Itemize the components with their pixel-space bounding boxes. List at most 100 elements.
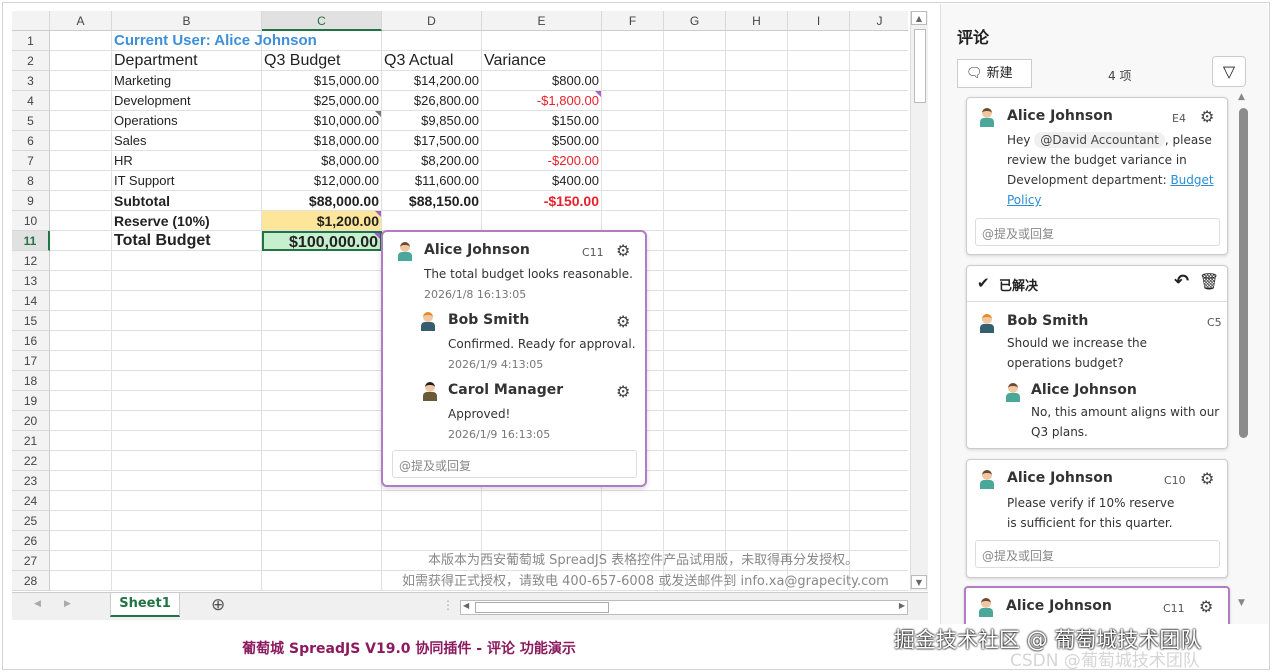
scroll-up-icon[interactable]: ▲ (1238, 92, 1245, 102)
cell-A22[interactable] (50, 451, 112, 471)
cell-C6[interactable]: $18,000.00 (262, 131, 382, 151)
row-header-14[interactable]: 14 (12, 291, 50, 311)
cell-G2[interactable] (664, 51, 726, 71)
cell-B26[interactable] (112, 531, 262, 551)
cell-A13[interactable] (50, 271, 112, 291)
cell-F26[interactable] (602, 531, 664, 551)
cell-C14[interactable] (262, 291, 382, 311)
cell-D26[interactable] (382, 531, 482, 551)
cell-B13[interactable] (112, 271, 262, 291)
splitter-handle[interactable]: ⋮ (442, 598, 454, 612)
cell-F24[interactable] (602, 491, 664, 511)
cell-G13[interactable] (664, 271, 726, 291)
cell-I21[interactable] (788, 431, 850, 451)
cell-B21[interactable] (112, 431, 262, 451)
scroll-up-icon[interactable]: ▲ (911, 11, 927, 25)
comment-indicator-icon[interactable] (595, 91, 601, 97)
cell-G16[interactable] (664, 331, 726, 351)
cell-G12[interactable] (664, 251, 726, 271)
cell-E8[interactable]: $400.00 (482, 171, 602, 191)
cell-I22[interactable] (788, 451, 850, 471)
cell-J7[interactable] (850, 151, 908, 171)
reply-input[interactable]: @提及或回复 (975, 540, 1220, 568)
cell-G24[interactable] (664, 491, 726, 511)
cell-F8[interactable] (602, 171, 664, 191)
cell-I18[interactable] (788, 371, 850, 391)
column-header-F[interactable]: F (602, 11, 664, 31)
cell-G1[interactable] (664, 31, 726, 51)
cell-I1[interactable] (788, 31, 850, 51)
cell-C9[interactable]: $88,000.00 (262, 191, 382, 211)
cell-F1[interactable] (602, 31, 664, 51)
cell-I6[interactable] (788, 131, 850, 151)
cell-H15[interactable] (726, 311, 788, 331)
cell-C23[interactable] (262, 471, 382, 491)
cell-G11[interactable] (664, 231, 726, 251)
scroll-left-icon[interactable]: ◀ (463, 601, 469, 610)
panel-scroll-thumb[interactable] (1239, 108, 1248, 438)
horizontal-scrollbar[interactable]: ◀ ▶ (460, 600, 908, 615)
cell-D9[interactable]: $88,150.00 (382, 191, 482, 211)
vertical-scrollbar[interactable]: ▲ ▼ (910, 11, 928, 591)
cell-D1[interactable] (382, 31, 482, 51)
cell-B10[interactable]: Reserve (10%) (112, 211, 262, 231)
cell-B15[interactable] (112, 311, 262, 331)
cell-H22[interactable] (726, 451, 788, 471)
cell-E1[interactable] (482, 31, 602, 51)
row-header-12[interactable]: 12 (12, 251, 50, 271)
cell-B8[interactable]: IT Support (112, 171, 262, 191)
row-header-24[interactable]: 24 (12, 491, 50, 511)
cell-C8[interactable]: $12,000.00 (262, 171, 382, 191)
cell-I8[interactable] (788, 171, 850, 191)
cell-J6[interactable] (850, 131, 908, 151)
cell-G6[interactable] (664, 131, 726, 151)
cell-H11[interactable] (726, 231, 788, 251)
cell-G8[interactable] (664, 171, 726, 191)
cell-E4[interactable]: -$1,800.00 (482, 91, 602, 111)
cell-C22[interactable] (262, 451, 382, 471)
cell-A17[interactable] (50, 351, 112, 371)
cell-B7[interactable]: HR (112, 151, 262, 171)
cell-J18[interactable] (850, 371, 908, 391)
cell-F2[interactable] (602, 51, 664, 71)
cell-J17[interactable] (850, 351, 908, 371)
cell-E24[interactable] (482, 491, 602, 511)
cell-F6[interactable] (602, 131, 664, 151)
cell-G10[interactable] (664, 211, 726, 231)
row-header-15[interactable]: 15 (12, 311, 50, 331)
cell-J13[interactable] (850, 271, 908, 291)
cell-D25[interactable] (382, 511, 482, 531)
column-header-A[interactable]: A (50, 11, 112, 31)
cell-A7[interactable] (50, 151, 112, 171)
cell-G3[interactable] (664, 71, 726, 91)
cell-I5[interactable] (788, 111, 850, 131)
cell-A23[interactable] (50, 471, 112, 491)
cell-A15[interactable] (50, 311, 112, 331)
cell-A11[interactable] (50, 231, 112, 251)
cell-I25[interactable] (788, 511, 850, 531)
cell-A12[interactable] (50, 251, 112, 271)
cell-J22[interactable] (850, 451, 908, 471)
cell-D6[interactable]: $17,500.00 (382, 131, 482, 151)
cell-E7[interactable]: -$200.00 (482, 151, 602, 171)
tab-nav-prev-icon[interactable]: ◀ (34, 599, 41, 609)
cell-G21[interactable] (664, 431, 726, 451)
cell-D5[interactable]: $9,850.00 (382, 111, 482, 131)
cell-H10[interactable] (726, 211, 788, 231)
cell-G14[interactable] (664, 291, 726, 311)
cell-B28[interactable] (112, 571, 262, 591)
horizontal-scroll-thumb[interactable] (475, 602, 609, 613)
cell-D2[interactable]: Q3 Actual (382, 51, 482, 71)
cell-H26[interactable] (726, 531, 788, 551)
vertical-scroll-thumb[interactable] (914, 29, 926, 103)
cell-H13[interactable] (726, 271, 788, 291)
cell-I2[interactable] (788, 51, 850, 71)
column-header-G[interactable]: G (664, 11, 726, 31)
cell-C7[interactable]: $8,000.00 (262, 151, 382, 171)
comment-popup[interactable]: Alice Johnson C11 ⚙ The total budget loo… (381, 230, 647, 487)
cell-D10[interactable] (382, 211, 482, 231)
cell-G26[interactable] (664, 531, 726, 551)
cell-F9[interactable] (602, 191, 664, 211)
filter-icon[interactable]: ▽ (1212, 56, 1246, 87)
cell-A14[interactable] (50, 291, 112, 311)
